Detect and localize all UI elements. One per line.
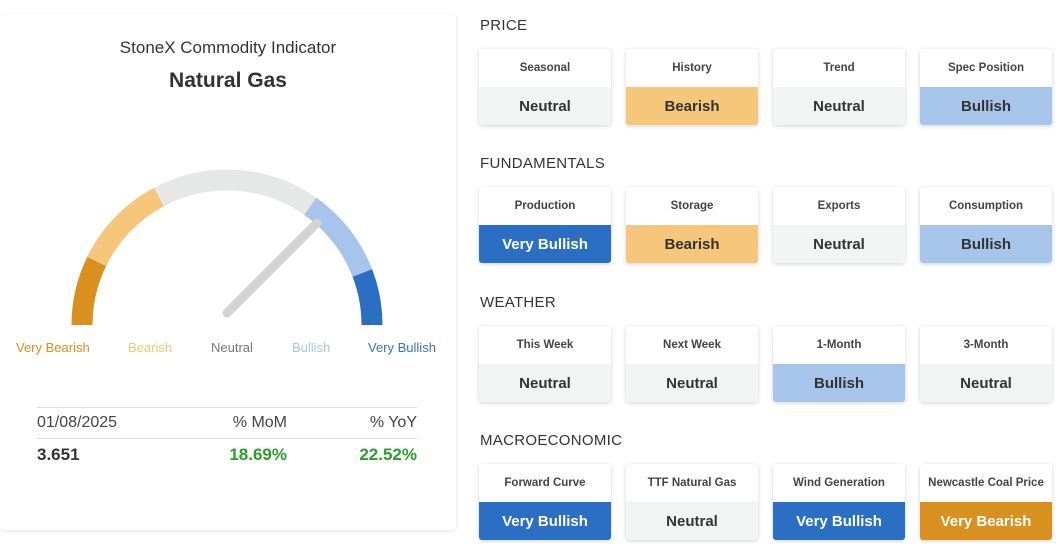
- gauge-label-neutral: Neutral: [211, 340, 253, 355]
- tile-this-week[interactable]: This Week Neutral: [479, 326, 611, 402]
- stats-yoy-value: 22.52%: [359, 445, 417, 464]
- stats-yoy-header: % YoY: [369, 414, 417, 431]
- tile-label: Exports: [817, 199, 861, 212]
- stats-price: 3.651: [37, 445, 80, 464]
- gauge-label-bearish: Bearish: [128, 340, 173, 355]
- stats-date: 01/08/2025: [37, 414, 118, 431]
- macroeconomic-tiles: Forward Curve Very Bullish TTF Natural G…: [479, 464, 1052, 540]
- tile-value: Very Bullish: [479, 502, 611, 540]
- tile-label: This Week: [516, 338, 574, 351]
- tile-next-week[interactable]: Next Week Neutral: [626, 326, 758, 402]
- tile-value: Very Bullish: [773, 502, 905, 540]
- gauge-arc-neutral: [154, 169, 317, 215]
- tile-value: Neutral: [773, 225, 905, 263]
- tile-label: Trend: [823, 61, 855, 74]
- section-title-macroeconomic: MACROECONOMIC: [480, 432, 623, 449]
- tile-forward-curve[interactable]: Forward Curve Very Bullish: [479, 464, 611, 540]
- tile-value: Bullish: [920, 87, 1052, 125]
- tile-label: 3-Month: [963, 338, 1009, 351]
- gauge-arcs: [71, 169, 383, 326]
- tile-ttf-natural-gas[interactable]: TTF Natural Gas Neutral: [626, 464, 758, 540]
- stats-mom-header: % MoM: [232, 414, 287, 431]
- tile-1-month[interactable]: 1-Month Bullish: [773, 326, 905, 402]
- tile-label: 1-Month: [816, 338, 862, 351]
- tile-label: Next Week: [663, 338, 721, 351]
- tile-production[interactable]: Production Very Bullish: [479, 187, 611, 263]
- gauge-arc-very-bearish: [71, 256, 107, 326]
- stats-mom-value: 18.69%: [229, 445, 287, 464]
- tile-wind-generation[interactable]: Wind Generation Very Bullish: [773, 464, 905, 540]
- tile-label: TTF Natural Gas: [647, 476, 737, 489]
- tile-consumption[interactable]: Consumption Bullish: [920, 187, 1052, 263]
- gauge-label-very-bullish: Very Bullish: [368, 340, 436, 355]
- tile-seasonal[interactable]: Seasonal Neutral: [479, 49, 611, 125]
- tile-history[interactable]: History Bearish: [626, 49, 758, 125]
- stats-value-row: 3.651 18.69% 22.52%: [37, 439, 417, 471]
- tile-label: Storage: [670, 199, 714, 212]
- tile-label: Production: [514, 199, 576, 212]
- tile-value: Very Bearish: [920, 502, 1052, 540]
- price-tiles: Seasonal Neutral History Bearish Trend N…: [479, 49, 1052, 125]
- stats-header-row: 01/08/2025 % MoM % YoY: [37, 407, 417, 439]
- tile-value: Neutral: [626, 502, 758, 540]
- tile-spec-position[interactable]: Spec Position Bullish: [920, 49, 1052, 125]
- tile-label: Spec Position: [947, 61, 1025, 74]
- tile-3-month[interactable]: 3-Month Neutral: [920, 326, 1052, 402]
- tile-label: Consumption: [948, 199, 1024, 212]
- gauge-arc-very-bullish: [352, 269, 383, 326]
- tile-value: Neutral: [626, 364, 758, 402]
- tile-exports[interactable]: Exports Neutral: [773, 187, 905, 263]
- price-stats-table: 01/08/2025 % MoM % YoY 3.651 18.69% 22.5…: [37, 407, 417, 471]
- tile-value: Neutral: [773, 87, 905, 125]
- tile-value: Bullish: [773, 364, 905, 402]
- gauge-needle: [222, 218, 322, 318]
- tile-value: Neutral: [479, 87, 611, 125]
- tile-trend[interactable]: Trend Neutral: [773, 49, 905, 125]
- section-title-weather: WEATHER: [480, 294, 556, 311]
- tile-newcastle-coal-price[interactable]: Newcastle Coal Price Very Bearish: [920, 464, 1052, 540]
- indicator-card: StoneX Commodity Indicator Natural Gas V…: [0, 14, 456, 530]
- tile-value: Bullish: [920, 225, 1052, 263]
- gauge-label-bullish: Bullish: [292, 340, 331, 355]
- tile-label: Newcastle Coal Price: [928, 476, 1044, 489]
- tile-value: Very Bullish: [479, 225, 611, 263]
- gauge-arc-bullish: [303, 197, 373, 278]
- tile-value: Bearish: [626, 225, 758, 263]
- tile-value: Neutral: [479, 364, 611, 402]
- fundamentals-tiles: Production Very Bullish Storage Bearish …: [479, 187, 1052, 263]
- tile-label: Wind Generation: [793, 476, 885, 489]
- tile-value: Neutral: [920, 364, 1052, 402]
- section-title-fundamentals: FUNDAMENTALS: [480, 155, 605, 172]
- section-title-price: PRICE: [480, 17, 528, 34]
- tile-value: Bearish: [626, 87, 758, 125]
- tile-label: Seasonal: [519, 61, 571, 74]
- weather-tiles: This Week Neutral Next Week Neutral 1-Mo…: [479, 326, 1052, 402]
- tile-storage[interactable]: Storage Bearish: [626, 187, 758, 263]
- gauge-label-very-bearish: Very Bearish: [16, 340, 90, 355]
- tile-label: Forward Curve: [504, 476, 586, 489]
- tile-label: History: [672, 61, 712, 74]
- gauge-arc-bearish: [87, 187, 165, 267]
